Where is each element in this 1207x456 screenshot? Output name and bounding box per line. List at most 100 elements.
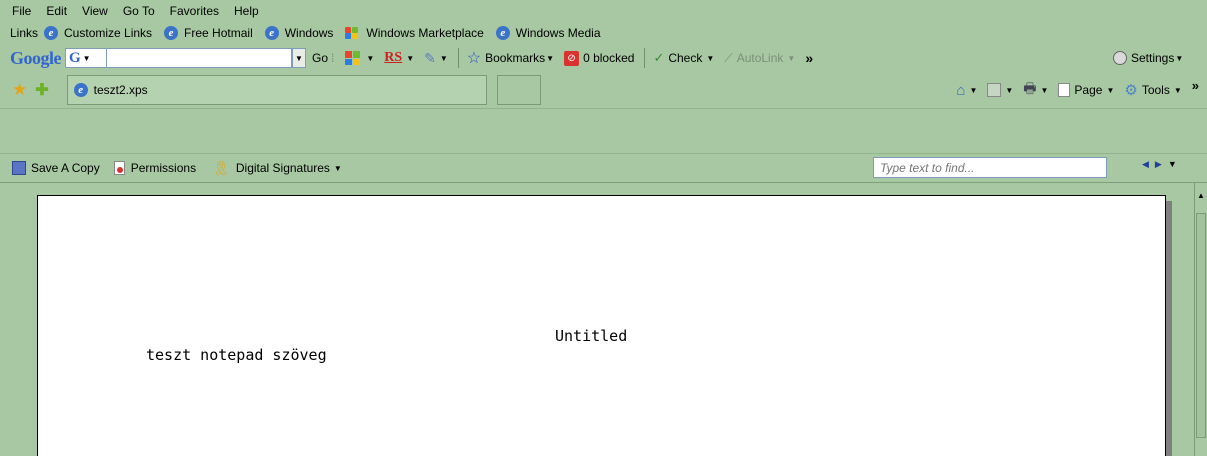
permissions-button[interactable]: Permissions [113, 161, 196, 175]
tab-teszt2-xps[interactable]: e teszt2.xps [66, 75, 487, 105]
ribbon-icon: 🎗 [212, 159, 230, 176]
link-label: Windows Media [515, 26, 601, 40]
check-button[interactable]: ✓ Check ▼ [653, 50, 714, 66]
popup-blocker-button[interactable]: ⊘ 0 blocked [564, 50, 634, 66]
puzzle-icon [345, 51, 361, 65]
favorites-star-icon[interactable]: ★ [12, 80, 27, 100]
chevron-down-icon: ▼ [1173, 85, 1182, 95]
menu-edit[interactable]: Edit [46, 4, 67, 18]
chevron-down-icon: ▼ [333, 163, 342, 173]
separator [457, 48, 459, 68]
find-previous-icon[interactable]: ◀ [1142, 159, 1149, 170]
pagerank-button[interactable]: ▼ [344, 50, 374, 66]
ie-icon: e [495, 26, 510, 40]
google-toolbar: Google G ▼ ▼ Go ⁞ ▼ RS ▼ ✎ ▼ ☆ Bookmarks … [0, 44, 1207, 72]
printer-icon: 🖶 [1023, 80, 1037, 96]
floppy-disk-icon [12, 161, 26, 175]
tools-menu-button[interactable]: ⚙ Tools ▼ [1124, 81, 1181, 99]
chevron-down-icon: ▼ [1175, 53, 1184, 63]
more-commands-button[interactable]: » [1192, 78, 1199, 93]
chevron-down-icon: ▼ [969, 85, 978, 95]
grip-icon: ⁞ [331, 51, 335, 65]
google-menu-button[interactable]: G ▼ [65, 48, 107, 68]
vertical-scrollbar[interactable]: ▲ [1194, 183, 1207, 456]
ie-icon: e [44, 26, 59, 40]
chevron-down-icon: ▼ [295, 53, 303, 63]
menu-bar: File Edit View Go To Favorites Help [0, 0, 1207, 22]
menu-file[interactable]: File [12, 4, 31, 18]
scroll-thumb[interactable] [1196, 213, 1206, 438]
chevron-down-icon: ▼ [1106, 85, 1115, 95]
link-windows[interactable]: e Windows [264, 26, 333, 40]
link-free-hotmail[interactable]: e Free Hotmail [164, 26, 253, 40]
rs-button[interactable]: RS ▼ [384, 50, 414, 66]
ie-icon: e [73, 83, 88, 97]
find-next-icon[interactable]: ▶ [1155, 159, 1162, 170]
wand-icon: ⟋ [724, 50, 733, 65]
find-options-icon[interactable]: ▼ [1168, 159, 1177, 170]
find-input[interactable] [873, 157, 1107, 178]
windows-flag-icon [345, 27, 361, 39]
chevron-down-icon: ▼ [366, 53, 375, 63]
scroll-up-icon[interactable]: ▲ [1196, 191, 1206, 201]
add-favorite-icon[interactable]: ✚ [35, 80, 48, 100]
print-button[interactable]: 🖶 ▼ [1023, 78, 1048, 102]
links-label: Links [10, 26, 39, 40]
go-button[interactable]: Go ⁞ [312, 51, 334, 65]
link-windows-media[interactable]: e Windows Media [495, 26, 601, 40]
links-bar: Links e Customize Links e Free Hotmail e… [0, 22, 1207, 44]
link-windows-marketplace[interactable]: Windows Marketplace [345, 26, 484, 40]
command-bar: ⌂ ▼ ▼ 🖶 ▼ Page ▼ ⚙ Tools ▼ » [956, 78, 1199, 102]
page-title: Untitled [555, 327, 628, 345]
menu-favorites[interactable]: Favorites [170, 4, 219, 18]
feed-icon [987, 83, 1002, 97]
find-navigation: ◀ ▶ ▼ [1142, 159, 1177, 170]
ie-icon: e [264, 26, 279, 40]
chevron-down-icon: ▼ [1005, 85, 1014, 95]
document-lock-icon [113, 161, 125, 175]
digital-signatures-button[interactable]: 🎗 Digital Signatures ▼ [212, 160, 342, 177]
page-body-text: teszt notepad szöveg [146, 346, 327, 364]
link-label: Free Hotmail [184, 26, 253, 40]
tab-bar: ★ ✚ e teszt2.xps ⌂ ▼ ▼ 🖶 ▼ Page ▼ ⚙ Tool… [0, 72, 1207, 108]
google-search-input[interactable] [107, 48, 292, 68]
chevron-down-icon: ▼ [706, 53, 715, 63]
menu-help[interactable]: Help [234, 4, 259, 18]
separator [644, 48, 646, 68]
document-page: Untitled teszt notepad szöveg [37, 195, 1166, 456]
divider [0, 108, 1207, 109]
spellcheck-icon: ✓ [653, 50, 665, 65]
bookmarks-button[interactable]: ☆ Bookmarks ▼ [467, 48, 554, 68]
star-icon: ☆ [466, 50, 482, 67]
link-customize-links[interactable]: e Customize Links [44, 26, 152, 40]
spell-button[interactable]: ✎ ▼ [424, 50, 448, 67]
chevron-down-icon: ▼ [439, 53, 448, 63]
settings-button[interactable]: Settings ▼ [1113, 51, 1183, 65]
menu-go-to[interactable]: Go To [123, 4, 155, 18]
chevron-down-icon: ▼ [82, 53, 91, 63]
page-menu-button[interactable]: Page ▼ [1058, 83, 1114, 97]
chevron-down-icon: ▼ [546, 53, 555, 63]
menu-view[interactable]: View [82, 4, 108, 18]
search-history-dropdown[interactable]: ▼ [292, 48, 306, 68]
save-a-copy-button[interactable]: Save A Copy [12, 161, 100, 175]
google-logo[interactable]: Google [10, 48, 62, 69]
link-label: Windows Marketplace [366, 26, 484, 40]
feeds-button[interactable]: ▼ [987, 83, 1013, 97]
highlighter-icon: ✎ [424, 49, 436, 66]
ie-icon: e [164, 26, 179, 40]
xps-toolbar: Save A Copy Permissions 🎗 Digital Signat… [0, 154, 1207, 182]
home-icon: ⌂ [956, 81, 966, 99]
link-label: Customize Links [64, 26, 153, 40]
home-button[interactable]: ⌂ ▼ [956, 82, 977, 99]
gear-icon: ⚙ [1124, 82, 1138, 99]
new-tab-button[interactable] [496, 75, 541, 105]
autolink-button[interactable]: ⟋ AutoLink ▼ [724, 51, 795, 66]
chevron-down-icon: ▼ [406, 53, 415, 63]
chevron-down-icon: ▼ [787, 53, 796, 63]
google-g-icon: G [69, 49, 81, 66]
page-icon [1058, 83, 1071, 97]
document-viewport[interactable]: Untitled teszt notepad szöveg [0, 183, 1194, 456]
more-tools-button[interactable]: » [805, 50, 813, 66]
radio-icon [1113, 51, 1127, 65]
